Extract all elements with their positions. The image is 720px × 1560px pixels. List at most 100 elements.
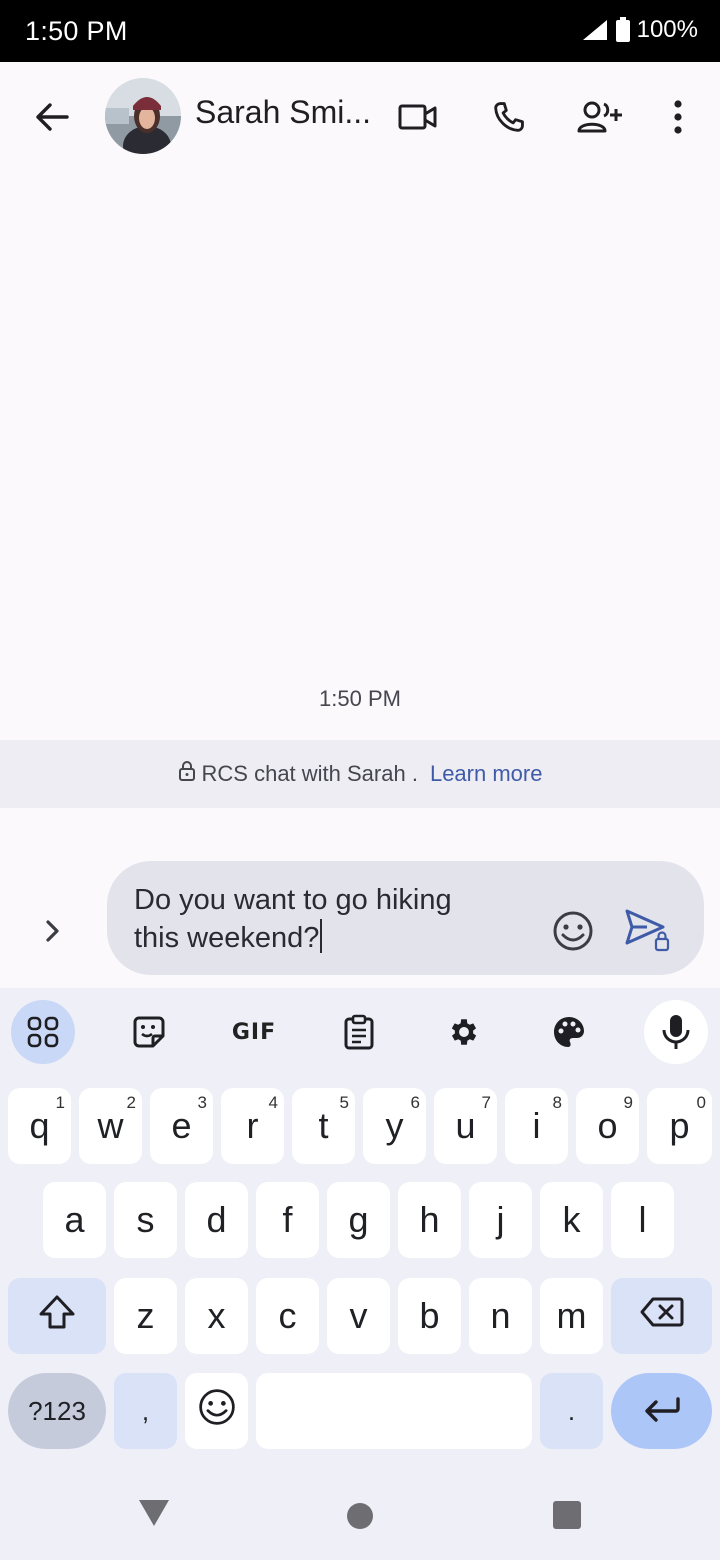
key-label: x — [207, 1295, 226, 1336]
key-hint: 3 — [197, 1093, 207, 1112]
key-k[interactable]: k — [540, 1182, 603, 1258]
key-label: h — [419, 1199, 440, 1240]
space-bar[interactable] — [256, 1373, 532, 1449]
key-e[interactable]: e3 — [150, 1088, 213, 1164]
key-label: g — [348, 1199, 369, 1240]
key-y[interactable]: y6 — [363, 1088, 426, 1164]
nav-back-icon[interactable] — [137, 1498, 171, 1533]
shift-key[interactable] — [8, 1278, 106, 1354]
theme-palette-icon[interactable] — [537, 1000, 601, 1064]
emoji-icon[interactable] — [551, 909, 595, 953]
key-label: u — [455, 1105, 476, 1146]
key-h[interactable]: h — [398, 1182, 461, 1258]
battery-icon — [615, 17, 631, 43]
key-label: j — [496, 1199, 505, 1240]
key-c[interactable]: c — [256, 1278, 319, 1354]
microphone-icon[interactable] — [644, 1000, 708, 1064]
key-n[interactable]: n — [469, 1278, 532, 1354]
send-icon[interactable] — [623, 907, 673, 955]
key-z[interactable]: z — [114, 1278, 177, 1354]
key-hint: 4 — [268, 1093, 278, 1112]
nav-home-icon[interactable] — [346, 1502, 374, 1535]
key-label: q — [29, 1105, 50, 1146]
key-v[interactable]: v — [327, 1278, 390, 1354]
period-key[interactable]: . — [540, 1373, 603, 1449]
key-g[interactable]: g — [327, 1182, 390, 1258]
nav-recents-icon[interactable] — [553, 1501, 581, 1534]
video-call-icon[interactable] — [393, 89, 443, 145]
key-label: o — [597, 1105, 618, 1146]
emoji-key[interactable] — [185, 1373, 248, 1449]
comma-label: , — [141, 1395, 150, 1426]
backspace-key[interactable] — [611, 1278, 712, 1354]
key-label: v — [349, 1295, 368, 1336]
comma-key[interactable]: , — [114, 1373, 177, 1449]
key-q[interactable]: q1 — [8, 1088, 71, 1164]
key-s[interactable]: s — [114, 1182, 177, 1258]
status-right: 100% — [581, 16, 698, 44]
key-label: a — [64, 1199, 85, 1240]
key-label: w — [97, 1105, 124, 1146]
key-b[interactable]: b — [398, 1278, 461, 1354]
key-w[interactable]: w2 — [79, 1088, 142, 1164]
contact-avatar[interactable] — [105, 78, 181, 154]
key-label: d — [206, 1199, 227, 1240]
symbols-label: ?123 — [28, 1395, 86, 1426]
backspace-icon — [640, 1295, 684, 1337]
clipboard-icon[interactable] — [327, 1000, 391, 1064]
key-label: m — [556, 1295, 587, 1336]
add-person-icon[interactable] — [572, 89, 628, 145]
key-j[interactable]: j — [469, 1182, 532, 1258]
key-p[interactable]: p0 — [647, 1088, 712, 1164]
keyboard-toolbar: GIF — [0, 988, 720, 1078]
key-hint: 1 — [55, 1093, 65, 1112]
key-x[interactable]: x — [185, 1278, 248, 1354]
message-input-text[interactable]: Do you want to go hiking this weekend? — [134, 881, 534, 957]
gif-label: GIF — [231, 1019, 277, 1045]
gif-button[interactable]: GIF — [222, 1000, 286, 1064]
apps-grid-icon[interactable] — [11, 1000, 75, 1064]
conversation-header: Sarah Smi... — [0, 62, 720, 172]
contact-name[interactable]: Sarah Smi... — [195, 94, 371, 131]
key-label: c — [278, 1295, 297, 1336]
key-label: r — [246, 1105, 259, 1146]
key-hint: 6 — [410, 1093, 420, 1112]
key-t[interactable]: t5 — [292, 1088, 355, 1164]
key-label: t — [318, 1105, 329, 1146]
key-d[interactable]: d — [185, 1182, 248, 1258]
sticker-icon[interactable] — [117, 1000, 181, 1064]
key-f[interactable]: f — [256, 1182, 319, 1258]
key-o[interactable]: o9 — [576, 1088, 639, 1164]
keyboard: GIF q1 w2 e3 r4 t5 y6 u7 i8 o9 p0 a s d … — [0, 988, 720, 1560]
key-i[interactable]: i8 — [505, 1088, 568, 1164]
more-vert-icon[interactable] — [660, 89, 696, 145]
key-label: l — [638, 1199, 647, 1240]
key-u[interactable]: u7 — [434, 1088, 497, 1164]
key-label: e — [171, 1105, 192, 1146]
message-text-line2: this weekend? — [134, 922, 320, 954]
key-m[interactable]: m — [540, 1278, 603, 1354]
key-label: p — [669, 1105, 690, 1146]
status-time: 1:50 PM — [25, 16, 128, 46]
key-label: k — [562, 1199, 581, 1240]
symbols-key[interactable]: ?123 — [8, 1373, 106, 1449]
settings-gear-icon[interactable] — [432, 1000, 496, 1064]
phone-icon[interactable] — [484, 89, 534, 145]
message-timestamp: 1:50 PM — [319, 686, 401, 711]
key-hint: 8 — [552, 1093, 562, 1112]
back-arrow-icon[interactable] — [22, 89, 82, 145]
key-hint: 0 — [696, 1093, 706, 1112]
message-input[interactable]: Do you want to go hiking this weekend? — [107, 861, 704, 975]
key-label: b — [419, 1295, 440, 1336]
key-label: y — [385, 1105, 404, 1146]
key-a[interactable]: a — [43, 1182, 106, 1258]
enter-key[interactable] — [611, 1373, 712, 1449]
key-r[interactable]: r4 — [221, 1088, 284, 1164]
chevron-right-icon[interactable] — [30, 906, 76, 956]
text-cursor — [320, 919, 323, 953]
key-l[interactable]: l — [611, 1182, 674, 1258]
enter-arrow-icon — [642, 1390, 682, 1432]
shift-icon — [38, 1294, 76, 1339]
learn-more-link[interactable]: Learn more — [430, 761, 543, 787]
key-hint: 9 — [623, 1093, 633, 1112]
